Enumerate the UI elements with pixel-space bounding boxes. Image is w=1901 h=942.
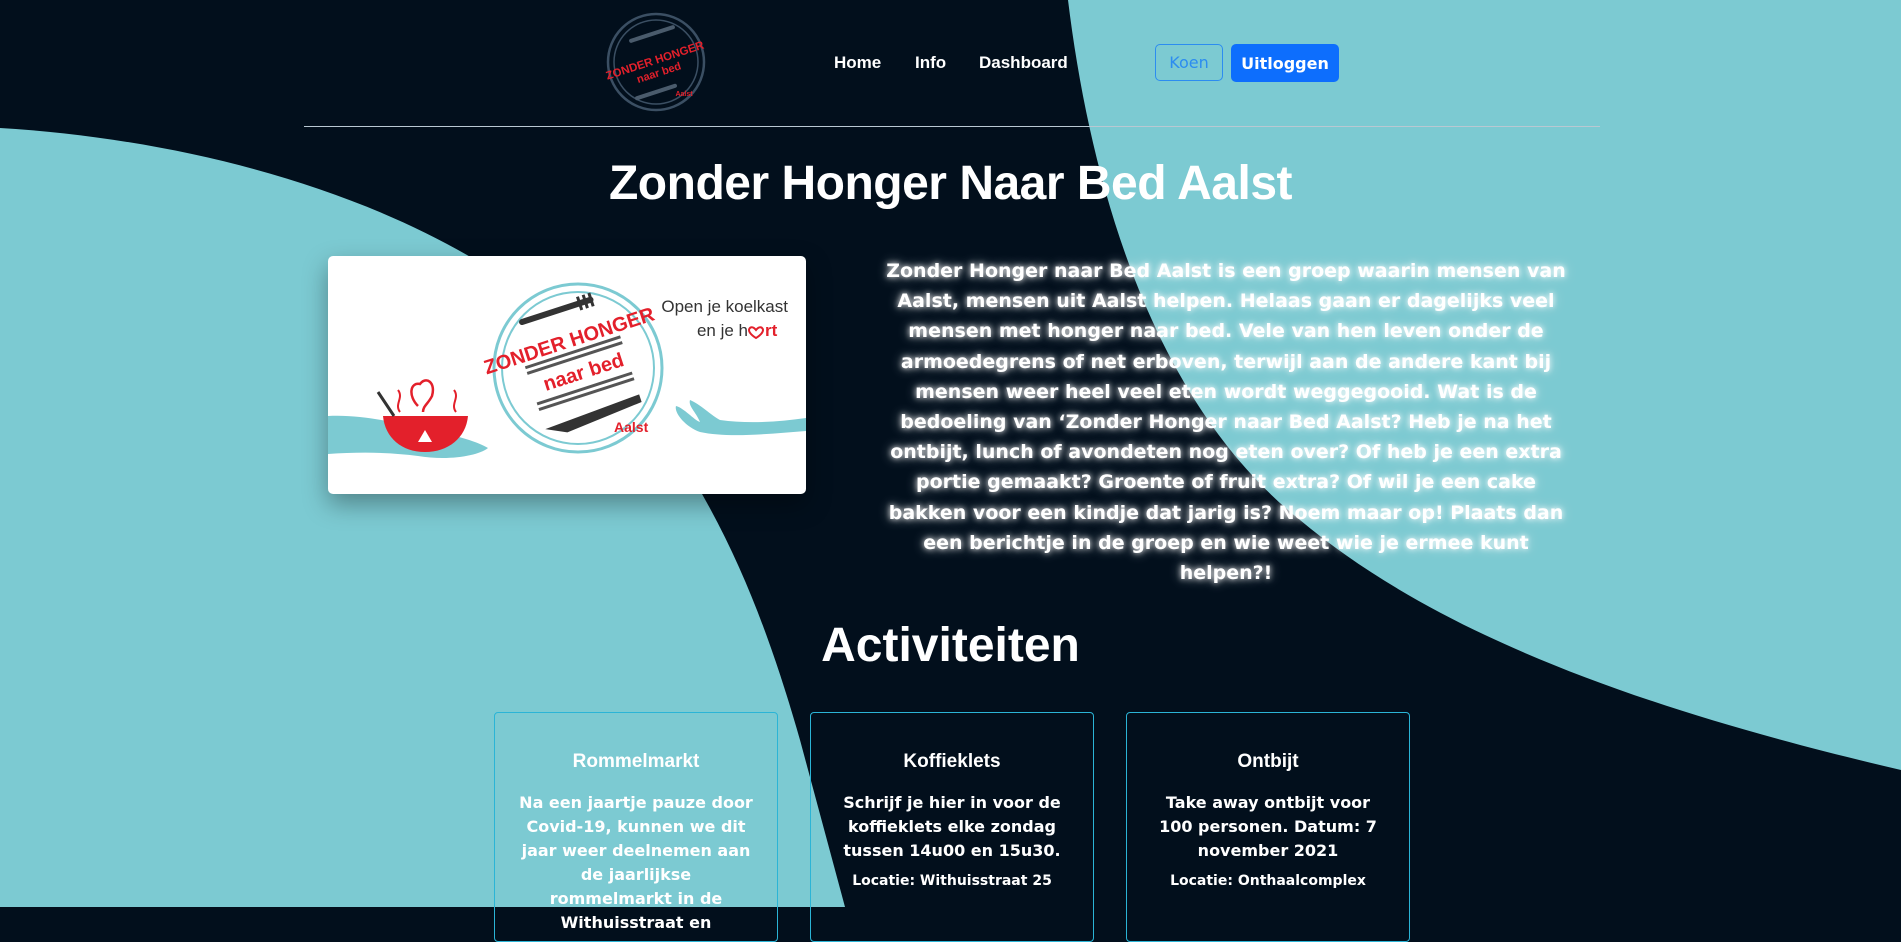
activities-title: Activiteiten: [821, 619, 1080, 672]
nav-divider: [304, 126, 1600, 127]
user-profile-button[interactable]: Koen: [1155, 44, 1223, 81]
heart-icon: [747, 326, 765, 340]
svg-text:en je h: en je h: [697, 321, 748, 340]
logo[interactable]: ZONDER HONGER naar bed Aalst: [604, 10, 708, 114]
nav-home-link[interactable]: Home: [834, 53, 881, 73]
page-title: Zonder Honger Naar Bed Aalst: [608, 157, 1293, 210]
activity-card-koffieklets[interactable]: Koffieklets Schrijf je hier in voor de k…: [810, 712, 1094, 942]
svg-text:Open je koelkast: Open je koelkast: [661, 297, 788, 316]
logout-button[interactable]: Uitloggen: [1231, 44, 1339, 82]
svg-text:Aalst: Aalst: [614, 419, 649, 435]
card-location: Locatie: Onthaalcomplex: [1170, 873, 1366, 889]
banner-image: ZONDER HONGER naar bed Aalst Open je koe…: [328, 256, 806, 494]
card-title: Koffieklets: [903, 751, 1001, 772]
nav-dashboard-link[interactable]: Dashboard: [979, 53, 1068, 73]
activity-card-rommelmarkt[interactable]: Rommelmarkt Na een jaartje pauze door Co…: [494, 712, 778, 942]
nav-info-link[interactable]: Info: [915, 53, 946, 73]
right-hand-icon: [675, 400, 806, 436]
card-text: Na een jaartje pauze door Covid-19, kunn…: [519, 793, 753, 932]
card-title: Rommelmarkt: [572, 751, 700, 772]
intro-text: Zonder Honger naar Bed Aalst is een groe…: [886, 260, 1566, 585]
logo-text-3: Aalst: [675, 91, 693, 98]
card-text: Take away ontbijt voor 100 personen. Dat…: [1159, 793, 1377, 860]
card-title: Ontbijt: [1237, 751, 1299, 772]
card-location: Locatie: Withuisstraat 25: [852, 873, 1052, 889]
card-text: Schrijf je hier in voor de koffieklets e…: [843, 793, 1061, 860]
heart-steam-icon: [410, 379, 435, 413]
activity-card-ontbijt[interactable]: Ontbijt Take away ontbijt voor 100 perso…: [1126, 712, 1410, 942]
svg-text:rt: rt: [765, 321, 778, 340]
